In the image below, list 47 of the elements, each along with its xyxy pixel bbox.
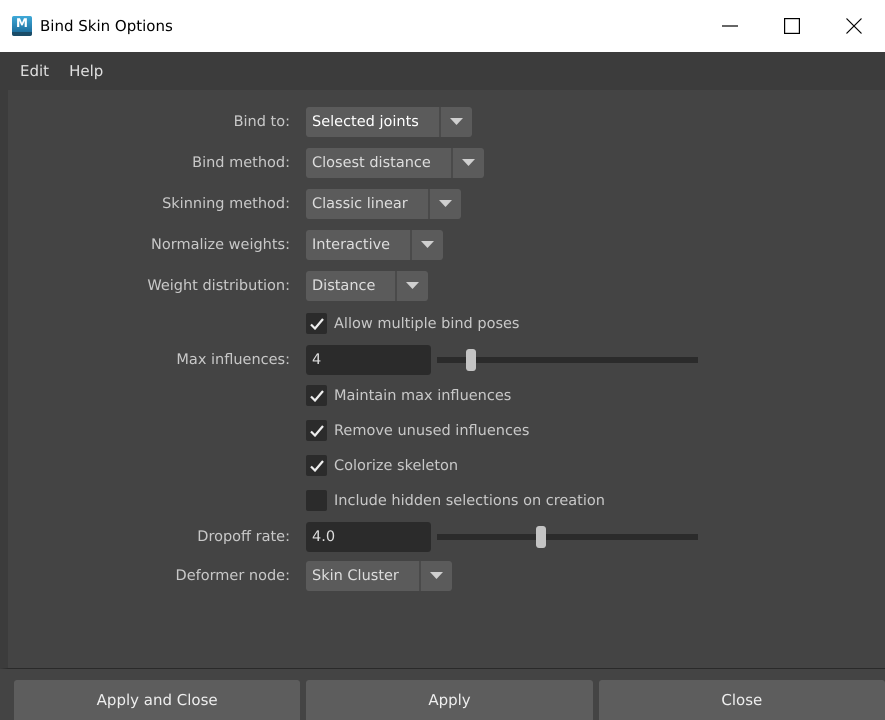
dropdown-arrow-icon <box>406 282 420 290</box>
dropdown-arrow-icon <box>438 200 452 208</box>
field-label: Weight distribution: <box>146 278 290 294</box>
field-label: Max influences: <box>175 352 290 368</box>
dialog-button[interactable]: Apply and Close <box>14 680 300 720</box>
field-label: Normalize weights: <box>150 236 290 252</box>
checkbox-label: Colorize skeleton <box>334 458 458 474</box>
checkbox-label: Include hidden selections on creation <box>334 492 605 508</box>
number-field[interactable]: 4 <box>306 344 431 374</box>
dropdown[interactable]: Selected joints <box>306 106 472 136</box>
checkbox-label: Allow multiple bind poses <box>334 316 520 332</box>
checkbox[interactable] <box>306 490 327 511</box>
field-label: Bind to: <box>232 114 290 130</box>
menu-item[interactable]: Help <box>61 62 112 80</box>
dialog-button[interactable]: Close <box>598 680 885 720</box>
field-label: Dropoff rate: <box>196 528 290 544</box>
menu-item[interactable]: Edit <box>12 62 58 80</box>
slider-thumb[interactable] <box>536 526 546 548</box>
dropdown[interactable]: Skin Cluster <box>306 560 452 590</box>
checkbox-label: Remove unused influences <box>334 422 530 438</box>
check-icon <box>310 390 324 402</box>
dropdown-arrow-icon <box>430 572 443 580</box>
checkbox[interactable] <box>306 420 327 441</box>
check-icon <box>310 318 324 330</box>
field-label: Skinning method: <box>161 196 290 212</box>
dropdown[interactable]: Interactive <box>306 230 444 260</box>
checkbox-label: Maintain max influences <box>334 388 512 404</box>
checkbox[interactable] <box>306 313 327 334</box>
dropdown-arrow-icon <box>421 240 434 248</box>
field-label: Deformer node: <box>174 568 290 584</box>
close-icon[interactable] <box>846 18 862 34</box>
check-icon <box>310 460 324 472</box>
dialog-button[interactable]: Apply <box>306 680 593 720</box>
slider-thumb[interactable] <box>466 348 476 370</box>
field-label: Bind method: <box>191 154 290 170</box>
dropdown[interactable]: Closest distance <box>306 148 484 178</box>
app-logo: M <box>12 16 32 36</box>
checkbox[interactable] <box>306 385 327 406</box>
maximize-icon[interactable] <box>784 18 800 34</box>
dropdown-arrow-icon <box>462 158 475 166</box>
check-icon <box>310 424 324 436</box>
number-field[interactable]: 4.0 <box>306 522 431 552</box>
dropdown[interactable]: Distance <box>306 270 428 300</box>
window-title: Bind Skin Options <box>40 17 174 35</box>
dropdown-arrow-icon <box>450 118 463 126</box>
dropdown[interactable]: Classic linear <box>306 188 461 218</box>
checkbox[interactable] <box>306 455 327 476</box>
